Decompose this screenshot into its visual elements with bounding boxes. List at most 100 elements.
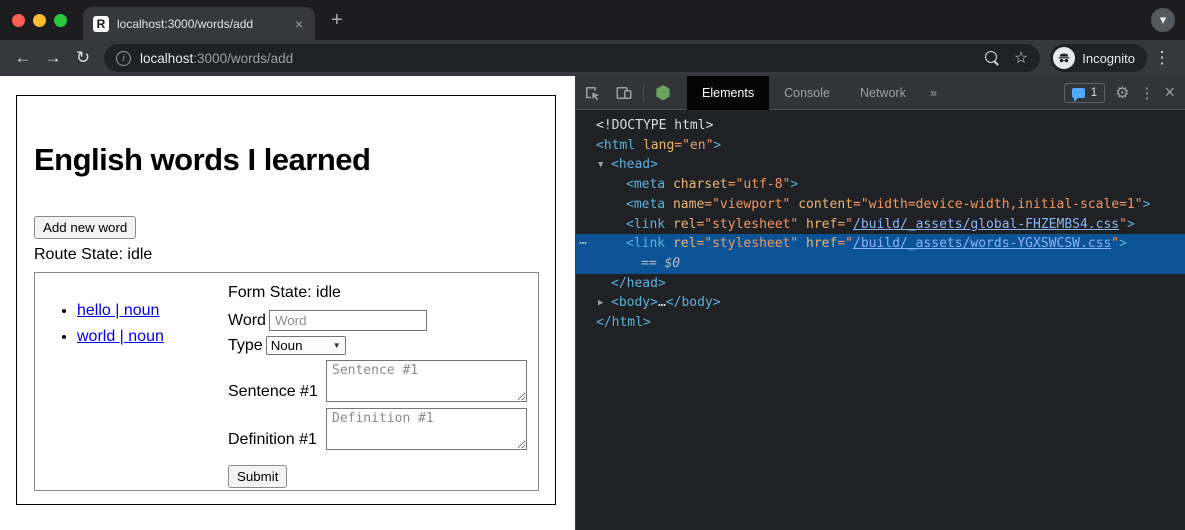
toolbar-divider [643, 84, 644, 102]
dom-tree-node[interactable]: </head> [576, 274, 1185, 294]
expand-arrow-icon[interactable]: ▶ [598, 294, 603, 314]
definition-textarea[interactable] [326, 408, 527, 450]
word-list-item: world | noun [77, 327, 228, 346]
node-hexagon-icon[interactable] [647, 76, 679, 110]
word-input[interactable] [269, 310, 427, 331]
dom-tree-node[interactable]: <meta name="viewport" content="width=dev… [576, 195, 1185, 215]
dom-tree-node[interactable]: </html> [576, 313, 1185, 333]
minimize-window-button[interactable] [33, 14, 46, 27]
code-token-tag: <link [626, 236, 665, 251]
code-token-link: /build/_assets/global-FHZEMBS4.css [853, 217, 1119, 232]
type-select-value: Noun [271, 338, 303, 353]
close-devtools-icon[interactable]: × [1164, 82, 1175, 103]
reload-button[interactable]: ↻ [68, 43, 98, 73]
expand-arrow-icon[interactable]: ▼ [598, 156, 603, 176]
code-token-tag: <link [626, 217, 665, 232]
word-link[interactable]: world | noun [77, 328, 164, 345]
dom-tree-node[interactable]: ⋯<link rel="stylesheet" href="/build/_as… [576, 234, 1185, 254]
message-count: 1 [1091, 87, 1097, 99]
code-token-eq: == $0 [641, 256, 680, 271]
zoom-icon[interactable] [985, 51, 1000, 66]
profile-menu-button[interactable]: ▾ [1151, 8, 1175, 32]
select-caret-icon: ▼ [333, 341, 341, 350]
console-messages-button[interactable]: 1 [1064, 83, 1105, 103]
code-token-attr: rel [665, 236, 696, 251]
code-token-val: =" [837, 236, 853, 251]
incognito-label: Incognito [1082, 51, 1135, 66]
window-controls [0, 14, 83, 27]
devtools-tab-network[interactable]: Network [845, 76, 921, 110]
code-token-plain: … [658, 295, 666, 310]
code-token-val: " [1111, 236, 1119, 251]
url-text: localhost:3000/words/add [140, 51, 293, 66]
browser-tab[interactable]: R localhost:3000/words/add × [83, 7, 315, 40]
tab-favicon: R [93, 16, 109, 32]
code-token-val: ="utf-8" [728, 177, 791, 192]
code-token-tag: <head> [611, 157, 658, 172]
dom-tree-node[interactable]: <!DOCTYPE html> [576, 116, 1185, 136]
add-word-form: Form State: idle Word Type Noun ▼ [228, 273, 538, 490]
word-label: Word [228, 312, 266, 330]
code-token-val: ="en" [674, 138, 713, 153]
omnibox-actions: ☆ [985, 48, 1028, 68]
bookmark-star-icon[interactable]: ☆ [1014, 48, 1028, 68]
code-token-val: ="viewport" [704, 197, 790, 212]
device-toolbar-icon[interactable] [608, 76, 640, 110]
browser-menu-icon[interactable]: ⋮ [1147, 43, 1177, 73]
navigation-bar: ← → ↻ i localhost:3000/words/add ☆ Incog… [0, 40, 1185, 76]
submit-button[interactable]: Submit [228, 465, 287, 488]
code-token-val: " [1119, 217, 1127, 232]
devtools-code: <!DOCTYPE html> <html lang="en">▼ <head> <m… [576, 110, 1185, 530]
fullscreen-window-button[interactable] [54, 14, 67, 27]
route-state-text: Route State: idle [34, 246, 538, 264]
browser-window: R localhost:3000/words/add × + ▾ ← → ↻ i… [0, 0, 1185, 530]
code-token-tag: > [1127, 217, 1135, 232]
forward-button[interactable]: → [38, 43, 68, 73]
add-new-word-button[interactable]: Add new word [34, 216, 136, 239]
code-token-tag: > [790, 177, 798, 192]
dom-tree-node[interactable]: <html lang="en"> [576, 136, 1185, 156]
more-tabs-icon[interactable]: » [921, 85, 946, 100]
devtools-menu-icon[interactable]: ⋮ [1139, 84, 1154, 102]
code-token-tag: <html [596, 138, 635, 153]
node-options-icon[interactable]: ⋯ [579, 234, 586, 254]
code-token-link: /build/_assets/words-YGXSWCSW.css [853, 236, 1111, 251]
close-window-button[interactable] [12, 14, 25, 27]
type-label: Type [228, 337, 263, 355]
code-token-tag: <meta [626, 177, 665, 192]
devtools-tab-elements[interactable]: Elements [687, 76, 769, 110]
code-token-tag: </html> [596, 315, 651, 330]
page-title: English words I learned [34, 142, 538, 178]
code-token-tag: </body> [666, 295, 721, 310]
dom-tree-node[interactable]: ▶<body>…</body> [576, 293, 1185, 313]
back-button[interactable]: ← [8, 43, 38, 73]
code-token-attr: href [798, 236, 837, 251]
url-path: :3000/words/add [193, 51, 293, 66]
word-list-item: hello | noun [77, 301, 228, 320]
settings-gear-icon[interactable]: ⚙ [1115, 83, 1129, 103]
tab-close-icon[interactable]: × [293, 16, 305, 32]
url-host: localhost [140, 51, 193, 66]
sentence-textarea[interactable] [326, 360, 527, 402]
type-select[interactable]: Noun ▼ [266, 336, 346, 355]
address-bar[interactable]: i localhost:3000/words/add ☆ [104, 44, 1040, 72]
message-bubble-icon [1072, 88, 1085, 98]
dom-tree-node[interactable]: ▼ <head> [576, 155, 1185, 175]
tab-title: localhost:3000/words/add [117, 17, 285, 31]
dom-tree-node[interactable]: <link rel="stylesheet" href="/build/_ass… [576, 215, 1185, 235]
code-token-doctype: <!DOCTYPE html> [596, 118, 713, 133]
dom-tree-node[interactable]: == $0 [576, 254, 1185, 274]
code-token-attr: name [665, 197, 704, 212]
new-tab-button[interactable]: + [331, 9, 343, 32]
devtools-tab-console[interactable]: Console [769, 76, 845, 110]
browser-content: English words I learned Add new word Rou… [0, 76, 1185, 530]
dom-tree-node[interactable]: <meta charset="utf-8"> [576, 175, 1185, 195]
site-info-icon[interactable]: i [116, 51, 131, 66]
code-token-attr: charset [665, 177, 728, 192]
inspect-element-icon[interactable] [576, 76, 608, 110]
devtools-toolbar-right: 1 ⚙ ⋮ × [1064, 82, 1185, 103]
code-token-tag: <meta [626, 197, 665, 212]
sentence-label: Sentence #1 [228, 383, 326, 402]
webpage-viewport: English words I learned Add new word Rou… [0, 76, 575, 530]
word-link[interactable]: hello | noun [77, 302, 159, 319]
